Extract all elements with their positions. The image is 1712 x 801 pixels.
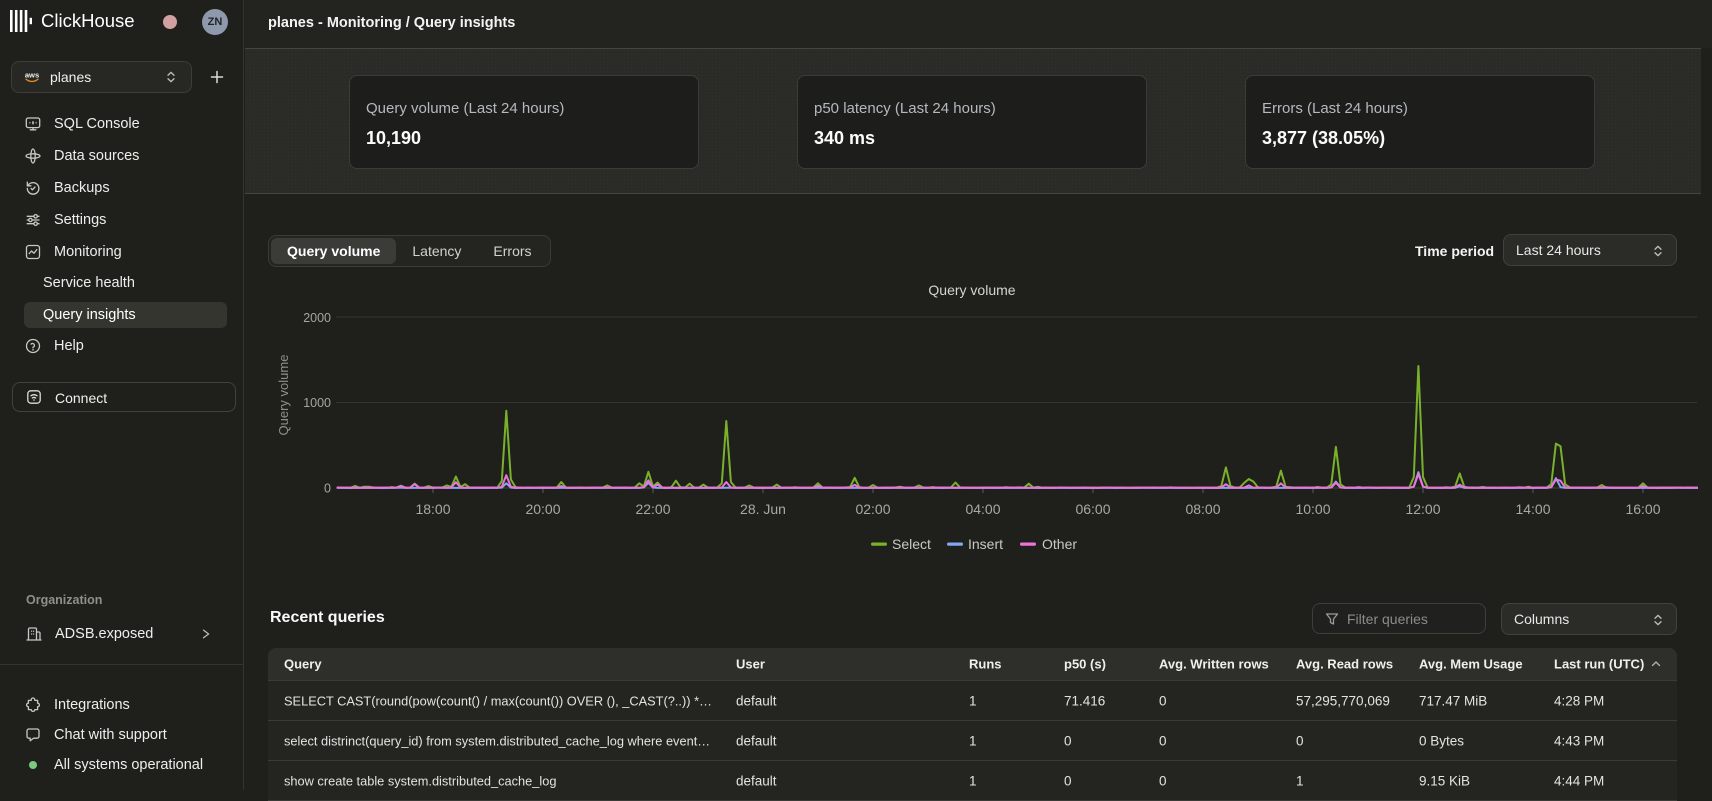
svg-text:12:00: 12:00 [1405,501,1440,517]
svg-text:Insert: Insert [968,536,1003,552]
svg-text:14:00: 14:00 [1515,501,1550,517]
svg-text:10:00: 10:00 [1295,501,1330,517]
svg-text:04:00: 04:00 [965,501,1000,517]
svg-text:28. Jun: 28. Jun [740,501,786,517]
svg-text:22:00: 22:00 [635,501,670,517]
svg-text:1000: 1000 [303,396,331,410]
svg-text:aws: aws [25,71,39,80]
svg-text:16:00: 16:00 [1625,501,1660,517]
svg-text:08:00: 08:00 [1185,501,1220,517]
svg-text:02:00: 02:00 [855,501,890,517]
svg-text:20:00: 20:00 [525,501,560,517]
svg-text:18:00: 18:00 [415,501,450,517]
svg-text:Select: Select [892,536,931,552]
svg-text:Query volume: Query volume [928,282,1015,298]
svg-text:0: 0 [324,482,331,496]
svg-text:Query volume: Query volume [276,355,291,436]
svg-text:Other: Other [1042,536,1077,552]
svg-text:2000: 2000 [303,311,331,325]
svg-text:06:00: 06:00 [1075,501,1110,517]
